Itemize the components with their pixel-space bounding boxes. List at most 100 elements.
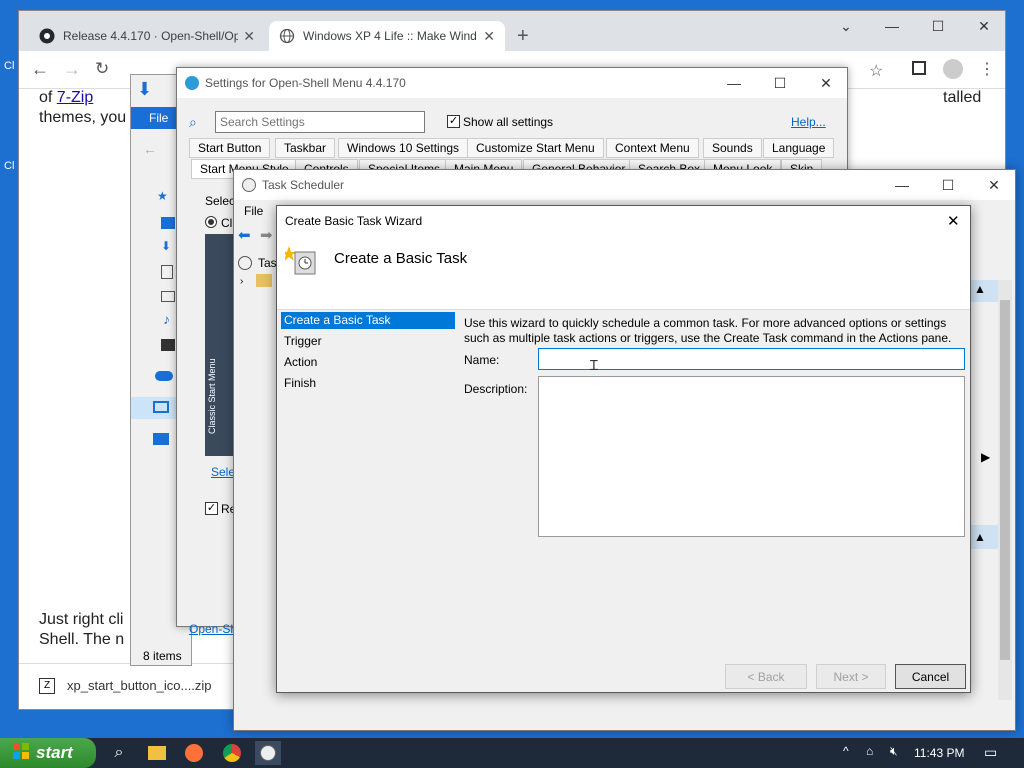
music-icon[interactable]: ♪ bbox=[163, 311, 170, 327]
create-basic-task-wizard: Create Basic Task Wizard ✕ Create a Basi… bbox=[276, 205, 971, 693]
zip-file-icon: Z bbox=[39, 678, 55, 694]
reload-icon[interactable]: ↻ bbox=[95, 59, 109, 79]
collapse-icon[interactable]: ▲ bbox=[974, 282, 986, 296]
next-button[interactable]: Next > bbox=[816, 664, 886, 689]
tab-title: Windows XP 4 Life :: Make Wind bbox=[303, 29, 477, 43]
start-button[interactable]: start bbox=[0, 738, 96, 768]
clock[interactable]: 11:43 PM bbox=[914, 746, 964, 760]
settings-tab[interactable]: Customize Start Menu bbox=[467, 138, 604, 158]
maximize-icon[interactable]: ☐ bbox=[915, 11, 961, 41]
download-filename[interactable]: xp_start_button_ico....zip bbox=[67, 678, 212, 693]
reading-list-icon[interactable] bbox=[912, 61, 926, 75]
settings-tab[interactable]: Start Button bbox=[189, 138, 271, 158]
documents-icon[interactable] bbox=[161, 265, 173, 279]
page-text: Just right cli bbox=[39, 611, 124, 628]
settings-tab[interactable]: Windows 10 Settings bbox=[338, 138, 469, 158]
7zip-link[interactable]: 7-Zip bbox=[57, 89, 93, 106]
settings-tab[interactable]: Context Menu bbox=[606, 138, 699, 158]
expand-icon[interactable]: ▶ bbox=[981, 450, 990, 464]
desktop-icon-label[interactable]: Cl bbox=[4, 160, 14, 172]
firefox-icon[interactable] bbox=[181, 741, 207, 765]
description-field[interactable] bbox=[538, 376, 965, 537]
cancel-button[interactable]: Cancel bbox=[895, 664, 966, 689]
onedrive-icon[interactable] bbox=[155, 371, 173, 381]
maximize-icon[interactable]: ☐ bbox=[757, 68, 803, 98]
expand-arrow-icon[interactable]: › bbox=[240, 276, 243, 287]
start-label: start bbox=[36, 743, 73, 762]
pictures-icon[interactable] bbox=[161, 291, 175, 302]
close-tab-button[interactable]: ✕ bbox=[243, 28, 255, 45]
show-all-settings-checkbox[interactable]: ✓ bbox=[447, 115, 460, 128]
folder-icon[interactable] bbox=[256, 274, 272, 287]
wizard-heading: Create a Basic Task bbox=[334, 250, 468, 267]
minimize-icon[interactable]: — bbox=[711, 68, 757, 98]
settings-tab[interactable]: Language bbox=[763, 138, 835, 158]
close-icon[interactable]: ✕ bbox=[961, 11, 1007, 41]
classic-style-radio[interactable] bbox=[205, 216, 217, 228]
search-settings-input[interactable] bbox=[215, 111, 425, 133]
profile-avatar[interactable] bbox=[943, 59, 963, 79]
desktop-icon-label[interactable]: Cl bbox=[4, 60, 14, 72]
wizard-header: Create a Basic Task bbox=[277, 236, 970, 310]
dialog-title: Create Basic Task Wizard bbox=[285, 214, 423, 228]
tab-windows-xp-4-life[interactable]: Windows XP 4 Life :: Make Wind ✕ bbox=[269, 21, 505, 51]
back-button[interactable]: < Back bbox=[725, 664, 807, 689]
forward-arrow-icon[interactable]: → bbox=[63, 59, 81, 80]
page-text: Shell. The n bbox=[39, 631, 125, 648]
forward-arrow-icon[interactable]: ➡ bbox=[260, 226, 273, 244]
select-skin-link[interactable]: Sele bbox=[211, 465, 235, 479]
collapse-icon[interactable]: ▲ bbox=[974, 530, 986, 544]
scrollbar[interactable] bbox=[998, 280, 1012, 700]
star-icon[interactable]: ☆ bbox=[869, 61, 883, 81]
network-icon[interactable]: ⌂ bbox=[866, 744, 873, 758]
tab-open-shell-release[interactable]: Release 4.4.170 · Open-Shell/Op ✕ bbox=[29, 21, 265, 51]
openshell-link[interactable]: Open-Sh bbox=[189, 622, 237, 636]
close-icon[interactable]: ✕ bbox=[947, 212, 960, 230]
windows-logo-icon bbox=[12, 742, 30, 765]
videos-icon[interactable] bbox=[161, 339, 175, 351]
wizard-step[interactable]: Finish bbox=[281, 375, 455, 392]
back-arrow-icon[interactable]: ⬅ bbox=[238, 226, 251, 244]
minimize-icon[interactable]: — bbox=[869, 11, 915, 41]
globe-icon bbox=[279, 28, 295, 44]
tab-title: Release 4.4.170 · Open-Shell/Op bbox=[63, 29, 238, 43]
settings-tab[interactable]: Sounds bbox=[703, 138, 762, 158]
file-menu[interactable]: File bbox=[244, 204, 263, 218]
chevron-up-icon[interactable]: ^ bbox=[843, 744, 849, 758]
chevron-down-icon[interactable]: ⌄ bbox=[823, 11, 869, 41]
wizard-intro: Use this wizard to quickly schedule a co… bbox=[464, 316, 952, 345]
wizard-step[interactable]: Action bbox=[281, 354, 455, 371]
text-cursor-icon: Ɪ bbox=[590, 357, 598, 373]
wizard-step[interactable]: Trigger bbox=[281, 333, 455, 350]
preview-caption: Classic Start Menu bbox=[207, 358, 217, 434]
close-icon[interactable]: ✕ bbox=[971, 170, 1017, 200]
network-icon[interactable] bbox=[153, 433, 169, 445]
close-tab-button[interactable]: ✕ bbox=[483, 28, 495, 45]
window-title: Task Scheduler bbox=[262, 178, 345, 192]
back-arrow-icon[interactable]: ← bbox=[143, 141, 157, 157]
notification-icon[interactable]: ▭ bbox=[984, 744, 997, 761]
classic-menu-preview: Classic Start Menu bbox=[205, 234, 235, 456]
downloads-icon[interactable]: ⬇ bbox=[161, 239, 171, 253]
quick-access-icon[interactable]: ★ bbox=[157, 189, 168, 203]
wizard-step[interactable]: Create a Basic Task bbox=[281, 312, 455, 329]
task-scheduler-taskbar-icon[interactable] bbox=[255, 741, 281, 765]
chrome-icon[interactable] bbox=[219, 741, 245, 765]
select-label: Selec bbox=[205, 194, 236, 208]
re-checkbox[interactable]: ✓ bbox=[205, 502, 218, 515]
file-explorer-icon[interactable] bbox=[144, 741, 170, 765]
new-tab-button[interactable]: + bbox=[517, 25, 529, 48]
minimize-icon[interactable]: — bbox=[879, 170, 925, 200]
close-icon[interactable]: ✕ bbox=[803, 68, 849, 98]
search-icon[interactable]: ⌕ bbox=[106, 741, 132, 765]
wizard-titlebar: Create Basic Task Wizard ✕ bbox=[277, 206, 970, 236]
help-link[interactable]: Help... bbox=[791, 115, 826, 129]
menu-kebab-icon[interactable]: ⋮ bbox=[979, 59, 995, 79]
page-text: of bbox=[39, 89, 53, 106]
name-field[interactable] bbox=[538, 348, 965, 370]
desktop-icon[interactable] bbox=[161, 217, 175, 229]
settings-tab[interactable]: Taskbar bbox=[275, 138, 336, 158]
maximize-icon[interactable]: ☐ bbox=[925, 170, 971, 200]
volume-icon[interactable]: 🔇︎ bbox=[890, 744, 898, 759]
back-arrow-icon[interactable]: ← bbox=[31, 59, 49, 80]
